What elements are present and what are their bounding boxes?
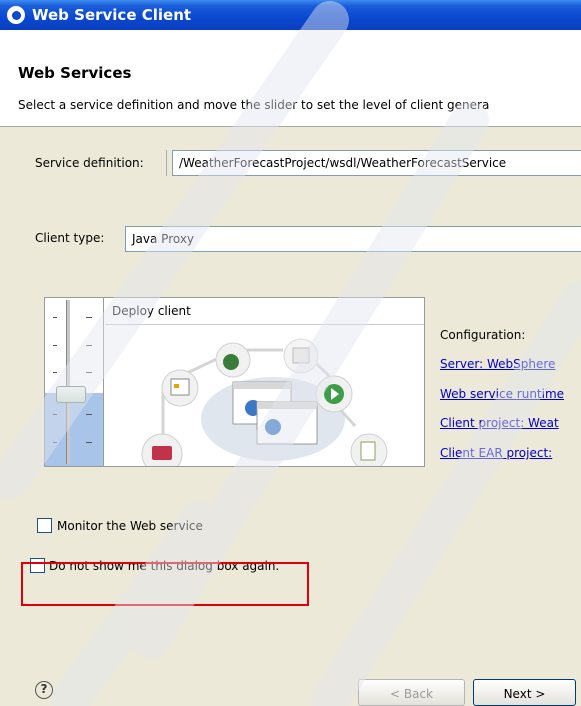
server-link[interactable]: Server: WebSphere	[440, 357, 555, 371]
play-icon	[315, 375, 353, 413]
slider-thumb[interactable]	[56, 386, 86, 403]
next-button[interactable]: Next >	[473, 679, 576, 706]
label-separator	[166, 150, 167, 176]
service-definition-label: Service definition:	[35, 156, 144, 170]
toolbox-icon	[141, 433, 183, 466]
back-button[interactable]: < Back	[358, 679, 465, 706]
service-definition-field[interactable]: /WeatherForecastProject/wsdl/WeatherFore…	[172, 150, 581, 176]
web-service-runtime-link[interactable]: Web service runtime	[440, 387, 564, 401]
client-type-select[interactable]: Java Proxy	[125, 226, 581, 252]
document-icon	[350, 433, 388, 466]
help-icon[interactable]: ?	[35, 681, 53, 699]
server-icon	[283, 338, 319, 374]
monitor-web-service-label: Monitor the Web service	[57, 519, 203, 533]
deploy-diagram	[141, 338, 388, 466]
client-type-label: Client type:	[35, 231, 105, 245]
highlight-annotation	[21, 562, 309, 606]
slider-track[interactable]	[66, 300, 70, 464]
globe-icon	[215, 342, 251, 378]
client-project-link[interactable]: Client project: Weat	[440, 416, 559, 430]
slider-level-label: Deploy client	[112, 304, 191, 318]
configuration-heading: Configuration:	[440, 328, 526, 342]
page-description: Select a service definition and move the…	[18, 98, 490, 112]
client-ear-project-link[interactable]: Client EAR project:	[440, 446, 552, 460]
slider-ticks	[44, 297, 104, 467]
workbench-icon	[161, 369, 199, 407]
panel-divider	[105, 324, 424, 325]
window-title: Web Service Client	[32, 6, 192, 24]
eclipse-icon	[7, 6, 25, 24]
page-title: Web Services	[18, 64, 132, 82]
monitor-web-service-checkbox[interactable]	[37, 518, 52, 533]
